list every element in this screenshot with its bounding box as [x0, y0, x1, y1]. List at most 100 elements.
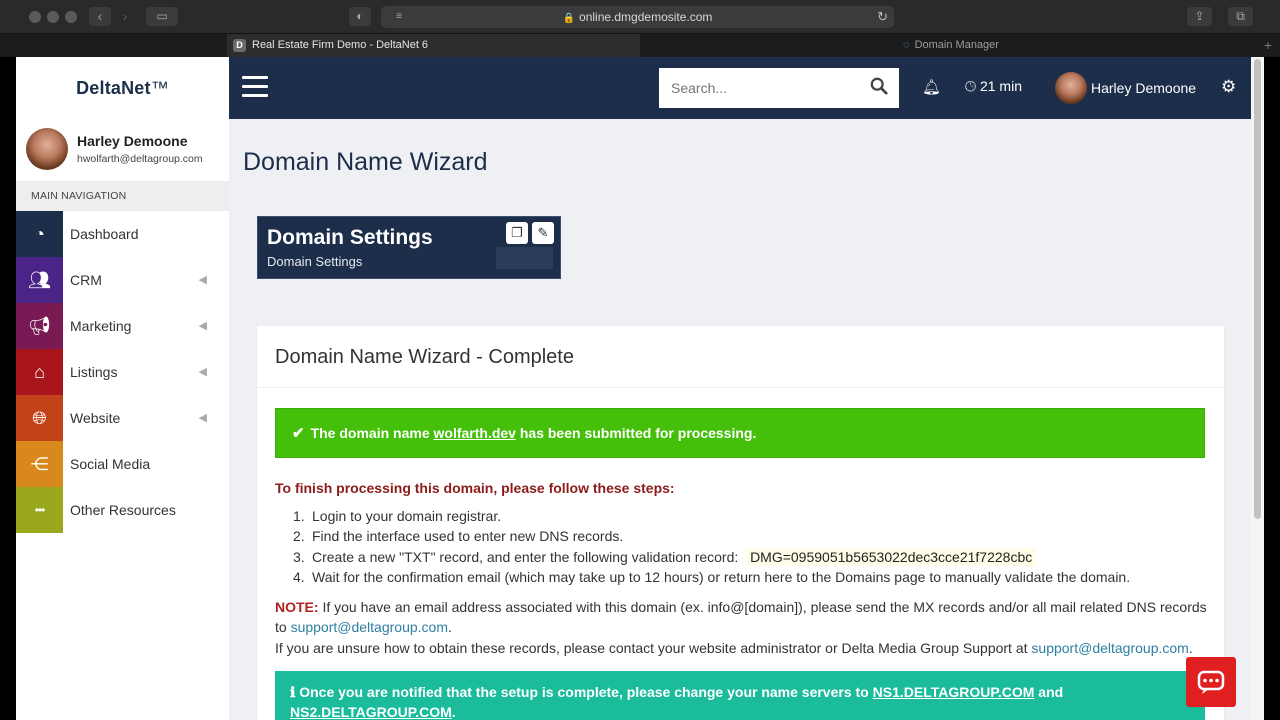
success-text-pre: The domain name	[310, 425, 434, 441]
card-title: Domain Settings	[267, 226, 433, 249]
note-end: .	[448, 619, 452, 636]
step-text: Find the interface used to enter new DNS…	[312, 528, 624, 545]
window-minimize-button[interactable]	[47, 11, 59, 23]
clock-icon: 🕒︎	[965, 78, 977, 94]
sidebar-item-crm[interactable]: 👥︎ CRM ◀	[16, 257, 229, 303]
copy-icon: ❐	[511, 225, 523, 240]
tab-title: Real Estate Firm Demo - DeltaNet 6	[252, 39, 429, 51]
megaphone-icon: 📢︎	[16, 303, 63, 349]
sidebar-item-label: Marketing	[70, 318, 132, 334]
success-alert: ✔ The domain name wolfarth.dev has been s…	[275, 408, 1205, 458]
sidebar-item-other-resources[interactable]: ••• Other Resources	[16, 487, 229, 533]
sidebar-user-name: Harley Demoone	[77, 133, 188, 149]
window-zoom-button[interactable]	[65, 11, 77, 23]
list-item: 4. Wait for the confirmation email (whic…	[275, 567, 1205, 587]
tab-bar: D Real Estate Firm Demo - DeltaNet 6 ◌ Dom…	[0, 33, 1280, 58]
sidebar-icon: ▭	[156, 9, 168, 23]
sidebar-item-label: Other Resources	[70, 502, 176, 518]
tab-title: Domain Manager	[914, 39, 999, 51]
logo-tm: ™	[150, 78, 169, 98]
back-button[interactable]: ‹	[89, 7, 111, 26]
step-text: Create a new "TXT" record, and enter the…	[312, 548, 739, 565]
info-text: Once you are notified that the setup is …	[299, 684, 873, 700]
page-title: Domain Name Wizard	[243, 148, 488, 176]
sidebar-toggle-button[interactable]: ▭	[146, 7, 178, 26]
ns1-link[interactable]: NS1.DELTAGROUP.COM	[873, 684, 1035, 700]
menu-toggle-icon[interactable]	[242, 76, 268, 98]
validation-record[interactable]: DMG=0959051b5653022dec3cce21f7228cbc	[746, 547, 1037, 566]
edit-button[interactable]: ✎	[532, 222, 554, 244]
card-toolbar-shadow	[496, 247, 553, 269]
domain-link[interactable]: wolfarth.dev	[434, 425, 516, 441]
reload-icon[interactable]: ↻	[877, 6, 888, 28]
sidebar: DeltaNet™ Harley Demoone hwolfarth@delta…	[16, 57, 229, 720]
tab-domain-manager[interactable]: ◌ Domain Manager	[641, 34, 1261, 58]
deltanet-logo[interactable]: DeltaNet™	[16, 57, 229, 119]
info-icon: ℹ	[290, 684, 296, 700]
forward-button[interactable]: ›	[114, 7, 136, 26]
support-email-link[interactable]: support@deltagroup.com	[1031, 640, 1188, 656]
dashboard-gauge-icon: ◔	[16, 211, 63, 257]
lock-icon: 🔒	[562, 13, 576, 24]
app-window: DeltaNet™ Harley Demoone hwolfarth@delta…	[16, 57, 1264, 720]
sidebar-item-dashboard[interactable]: ◔ Dashboard	[16, 211, 229, 257]
tab-overview-button[interactable]: ⧉	[1228, 7, 1253, 26]
gear-icon[interactable]: ⚙	[1221, 77, 1236, 97]
info-alert: ℹ Once you are notified that the setup i…	[275, 671, 1205, 720]
domain-manager-favicon: ◌	[903, 39, 910, 51]
steps-list: 1. Login to your domain registrar. 2. Fi…	[275, 506, 1205, 588]
chevron-left-icon: ◀	[198, 274, 207, 286]
session-timer: 🕒︎ 21 min	[965, 78, 1022, 95]
new-tab-button[interactable]: +	[1264, 34, 1272, 57]
copy-button[interactable]: ❐	[506, 222, 528, 244]
tabs-icon: ⧉	[1236, 9, 1245, 23]
share-icon: ⇪	[1194, 9, 1205, 23]
card-subtitle: Domain Settings	[267, 254, 363, 269]
sidebar-item-social-media[interactable]: ⋲ Social Media	[16, 441, 229, 487]
sidebar-item-label: Social Media	[70, 456, 151, 472]
tab-realestate-demo[interactable]: D Real Estate Firm Demo - DeltaNet 6	[227, 34, 640, 58]
deltanet-favicon: D	[233, 38, 246, 52]
scrollbar[interactable]	[1251, 57, 1264, 720]
user-menu[interactable]: Harley Demoone	[1091, 80, 1196, 96]
step-text-wrap: Create a new "TXT" record, and enter the…	[312, 547, 1037, 567]
search-icon[interactable]	[870, 77, 888, 95]
timer-text: 21 min	[979, 78, 1022, 94]
chevron-left-icon: ◀	[198, 366, 207, 378]
reader-icon[interactable]: ≡	[390, 10, 408, 24]
sidebar-item-marketing[interactable]: 📢︎ Marketing ◀	[16, 303, 229, 349]
ns2-link[interactable]: NS2.DELTAGROUP.COM	[290, 704, 452, 720]
chevron-right-icon: ›	[122, 8, 128, 24]
sidebar-item-label: Listings	[70, 364, 118, 380]
info-and: and	[1034, 684, 1064, 700]
list-item: 3. Create a new "TXT" record, and enter …	[275, 547, 1205, 567]
search-input[interactable]	[659, 68, 899, 108]
sidebar-item-listings[interactable]: ⌂ Listings ◀	[16, 349, 229, 395]
avatar[interactable]	[1055, 72, 1087, 104]
share-button[interactable]: ⇪	[1187, 7, 1212, 26]
sidebar-item-website[interactable]: 🌐︎ Website ◀	[16, 395, 229, 441]
browser-chrome: ‹ › ▭ ◐ 🔒 online.dmgdemosite.com ↻ ≡ ⇪ ⧉ …	[0, 0, 1280, 58]
bell-icon[interactable]: 🔔︎	[922, 78, 941, 96]
step-number: 3.	[293, 548, 305, 565]
sidebar-nav: ◔ Dashboard 👥︎ CRM ◀ 📢︎ Marketing ◀ ⌂ Listings ◀ 🌐︎…	[16, 211, 229, 533]
support-email-link[interactable]: support@deltagroup.com	[291, 619, 448, 635]
unsure-end: .	[1188, 639, 1193, 656]
address-bar[interactable]: 🔒 online.dmgdemosite.com ↻	[381, 6, 894, 28]
window-close-button[interactable]	[29, 11, 41, 23]
privacy-report-button[interactable]: ◐	[349, 7, 371, 26]
scrollbar-thumb[interactable]	[1254, 59, 1261, 519]
avatar	[26, 128, 68, 170]
wizard-panel: Domain Name Wizard - Complete ✔ The domai…	[257, 326, 1224, 720]
step-text: Wait for the confirmation email (which m…	[312, 569, 1131, 586]
check-icon: ✔	[292, 425, 305, 442]
chevron-left-icon: ◀	[198, 320, 207, 332]
chat-button[interactable]	[1186, 657, 1236, 707]
users-icon: 👥︎	[16, 257, 63, 303]
step-number: 2.	[293, 528, 305, 545]
main-content: Domain Name Wizard Domain Settings Domai…	[229, 119, 1251, 720]
note-label: NOTE:	[275, 599, 319, 615]
unsure-text: If you are unsure how to obtain these re…	[275, 639, 1032, 656]
logo-text: DeltaNet	[76, 78, 151, 98]
globe-icon: 🌐︎	[16, 395, 63, 441]
